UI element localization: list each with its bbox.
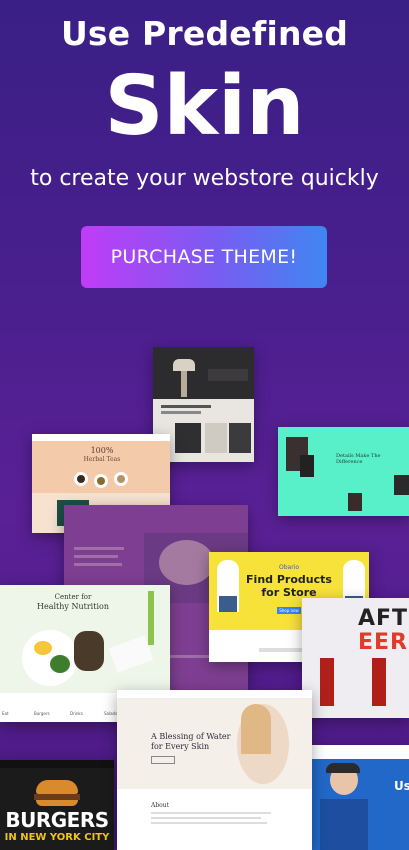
craft-text-line2: EER xyxy=(358,630,408,655)
preview-mint[interactable]: Details Make The Difference xyxy=(278,427,409,516)
burgers-subtitle: IN NEW YORK CITY xyxy=(4,832,110,843)
nutrition-heading-line1: Center for xyxy=(54,593,92,601)
nutrition-tab-2[interactable]: Burgers xyxy=(34,711,50,716)
preview-fashion[interactable]: Use xyxy=(312,745,409,850)
tea-heading: 100% xyxy=(90,446,114,455)
store-brand: Obario xyxy=(278,564,299,571)
mint-heading: Details Make The Difference xyxy=(336,453,381,465)
hero-subtitle: to create your webstore quickly xyxy=(30,166,379,191)
beauty-heading-line1: A Blessing of Water xyxy=(151,732,231,741)
burgers-title: BURGERS xyxy=(5,808,109,832)
preview-beauty[interactable]: A Blessing of Water for Every Skin About xyxy=(117,690,312,850)
tea-subheading: Herbal Teas xyxy=(83,456,121,463)
preview-craft-beer[interactable]: AFT EER xyxy=(302,598,409,718)
nutrition-tab-4[interactable]: Salads xyxy=(104,711,117,716)
purchase-theme-button[interactable]: PURCHASE THEME! xyxy=(81,226,327,288)
hero-title-line1: Use Predefined xyxy=(60,14,349,53)
beauty-about: About xyxy=(151,802,170,809)
preview-burgers[interactable]: BURGERS IN NEW YORK CITY xyxy=(0,760,114,850)
hero-title-line2: Skin xyxy=(104,59,305,154)
fashion-text: Use xyxy=(394,779,409,793)
store-heading-line1: Find Products xyxy=(246,573,332,586)
nutrition-tab-3[interactable]: Drinks xyxy=(70,711,83,716)
beauty-heading-line2: for Every Skin xyxy=(151,742,210,751)
nutrition-heading-line2: Healthy Nutrition xyxy=(37,602,109,611)
store-shop-button[interactable]: Shop now xyxy=(277,607,301,614)
craft-text-line1: AFT xyxy=(358,606,409,631)
nutrition-tab-1[interactable]: Eat xyxy=(2,711,9,716)
